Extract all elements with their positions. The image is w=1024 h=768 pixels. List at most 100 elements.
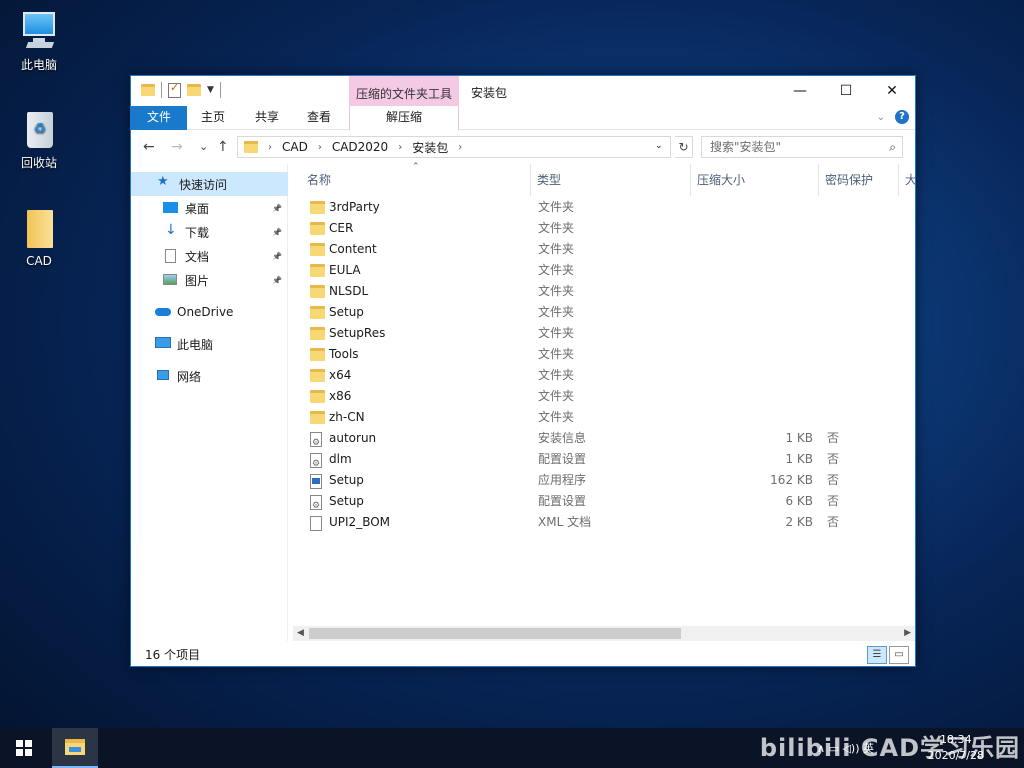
- column-header-name[interactable]: 名称: [301, 164, 531, 196]
- computer-icon: [155, 337, 171, 351]
- table-row[interactable]: zh-CN 文件夹: [293, 407, 915, 428]
- table-row[interactable]: Content 文件夹: [293, 239, 915, 260]
- desktop-icon-recycle-bin[interactable]: ♻ 回收站: [6, 108, 72, 171]
- pin-icon[interactable]: 📌: [272, 228, 282, 237]
- back-button[interactable]: ←: [143, 139, 155, 155]
- pictures-icon: [163, 273, 179, 287]
- address-dropdown-icon[interactable]: ⌄: [655, 141, 663, 151]
- column-header-type[interactable]: 类型: [531, 164, 691, 196]
- file-type: 文件夹: [538, 368, 575, 382]
- sidebar-item-onedrive[interactable]: OneDrive: [131, 300, 288, 324]
- new-folder-icon[interactable]: [187, 84, 201, 96]
- sidebar-item-quick-access[interactable]: ★ 快速访问: [131, 172, 288, 196]
- tab-home[interactable]: 主页: [191, 106, 235, 130]
- breadcrumb-install-package[interactable]: 安装包: [412, 139, 448, 156]
- forward-button[interactable]: →: [171, 139, 183, 155]
- scroll-left-icon[interactable]: ◀: [297, 626, 304, 641]
- table-row[interactable]: Setup 应用程序 162 KB 否: [293, 470, 915, 491]
- search-placeholder: 搜索"安装包": [710, 140, 782, 154]
- file-type: 文件夹: [538, 305, 575, 319]
- file-type: 文件夹: [538, 389, 575, 403]
- expand-ribbon-icon[interactable]: ⌄: [877, 112, 885, 123]
- pin-icon[interactable]: 📌: [272, 204, 282, 213]
- tab-extract[interactable]: 解压缩: [349, 106, 459, 130]
- settings-file-icon: [310, 432, 322, 454]
- search-input[interactable]: 搜索"安装包" ⌕: [701, 136, 903, 158]
- table-row[interactable]: x64 文件夹: [293, 365, 915, 386]
- file-size: 6 KB: [785, 494, 813, 508]
- table-row[interactable]: 3rdParty 文件夹: [293, 197, 915, 218]
- folder-icon: [310, 306, 325, 319]
- table-row[interactable]: dlm 配置设置 1 KB 否: [293, 449, 915, 475]
- table-row[interactable]: x86 文件夹: [293, 386, 915, 407]
- folder-icon: [141, 84, 155, 96]
- tab-share[interactable]: 共享: [245, 106, 289, 130]
- file-size: 1 KB: [785, 431, 813, 445]
- folder-icon: [310, 390, 325, 403]
- folder-icon: [65, 739, 85, 755]
- sidebar-item-this-pc[interactable]: 此电脑: [131, 332, 288, 356]
- sidebar-item-documents[interactable]: 文档 📌: [131, 244, 288, 268]
- file-name: EULA: [329, 263, 361, 277]
- maximize-button[interactable]: ☐: [823, 76, 869, 106]
- table-row[interactable]: UPI2_BOM XML 文档 2 KB 否: [293, 512, 915, 533]
- file-name: autorun: [329, 431, 377, 445]
- help-icon[interactable]: ?: [895, 110, 909, 124]
- details-view-icon: ☰: [872, 649, 882, 660]
- sidebar-item-pictures[interactable]: 图片 📌: [131, 268, 288, 292]
- column-header-password-protected[interactable]: 密码保护: [819, 164, 899, 196]
- address-bar[interactable]: › CAD › CAD2020 › 安装包 ›: [237, 136, 671, 158]
- minimize-button[interactable]: —: [777, 76, 823, 106]
- sidebar-item-network[interactable]: 网络: [131, 364, 288, 388]
- table-row[interactable]: EULA 文件夹: [293, 260, 915, 281]
- table-row[interactable]: NLSDL 文件夹: [293, 281, 915, 302]
- file-name: dlm: [329, 452, 352, 466]
- refresh-button[interactable]: ↻: [675, 136, 693, 158]
- table-row[interactable]: SetupRes 文件夹: [293, 323, 915, 344]
- file-password-protected: 否: [827, 515, 840, 529]
- taskbar-file-explorer[interactable]: [52, 728, 98, 768]
- horizontal-scrollbar[interactable]: ◀ ▶: [293, 626, 915, 641]
- desktop-icon-this-pc[interactable]: 此电脑: [6, 10, 72, 73]
- large-icons-view-button[interactable]: ▭: [889, 646, 909, 664]
- application-icon: [310, 474, 322, 489]
- table-row[interactable]: Setup 文件夹: [293, 302, 915, 323]
- desktop-icon-cad-folder[interactable]: CAD: [6, 208, 72, 268]
- pin-icon[interactable]: 📌: [272, 252, 282, 261]
- tab-view[interactable]: 查看: [297, 106, 341, 130]
- folder-icon: [310, 327, 325, 340]
- table-row[interactable]: Setup 配置设置 6 KB 否: [293, 491, 915, 517]
- recent-locations-button[interactable]: ⌄: [199, 140, 208, 153]
- folder-icon: [244, 141, 258, 153]
- scrollbar-thumb[interactable]: [309, 628, 681, 639]
- table-row[interactable]: Tools 文件夹: [293, 344, 915, 365]
- context-tab-compressed-folder-tools: 压缩的文件夹工具: [349, 76, 459, 106]
- close-button[interactable]: ✕: [869, 76, 915, 106]
- settings-file-icon: [310, 453, 322, 475]
- breadcrumb-cad[interactable]: CAD: [282, 140, 308, 154]
- recycle-bin-icon: ♻: [19, 108, 59, 150]
- file-size: 162 KB: [770, 473, 813, 487]
- file-type: 应用程序: [538, 473, 587, 487]
- tab-file[interactable]: 文件: [131, 106, 187, 130]
- file-size: 2 KB: [785, 515, 813, 529]
- file-name: x64: [329, 368, 352, 382]
- folder-icon: [310, 222, 325, 235]
- customize-toolbar-dropdown-icon[interactable]: ▼: [207, 85, 214, 95]
- file-name: x86: [329, 389, 352, 403]
- sidebar-item-downloads[interactable]: ↓ 下载 📌: [131, 220, 288, 244]
- properties-icon[interactable]: [168, 81, 181, 98]
- window-title: 安装包: [471, 86, 508, 100]
- column-header-more[interactable]: 大: [899, 164, 915, 196]
- scroll-right-icon[interactable]: ▶: [904, 626, 911, 641]
- desktop-icon-label: CAD: [26, 254, 52, 268]
- details-view-button[interactable]: ☰: [867, 646, 887, 664]
- sidebar-item-desktop[interactable]: 桌面 📌: [131, 196, 288, 220]
- column-header-compressed-size[interactable]: 压缩大小: [691, 164, 819, 196]
- table-row[interactable]: CER 文件夹: [293, 218, 915, 239]
- breadcrumb-cad2020[interactable]: CAD2020: [332, 140, 388, 154]
- table-row[interactable]: autorun 安装信息 1 KB 否: [293, 428, 915, 454]
- start-button[interactable]: [0, 728, 48, 768]
- up-button[interactable]: ↑: [217, 139, 229, 155]
- pin-icon[interactable]: 📌: [272, 276, 282, 285]
